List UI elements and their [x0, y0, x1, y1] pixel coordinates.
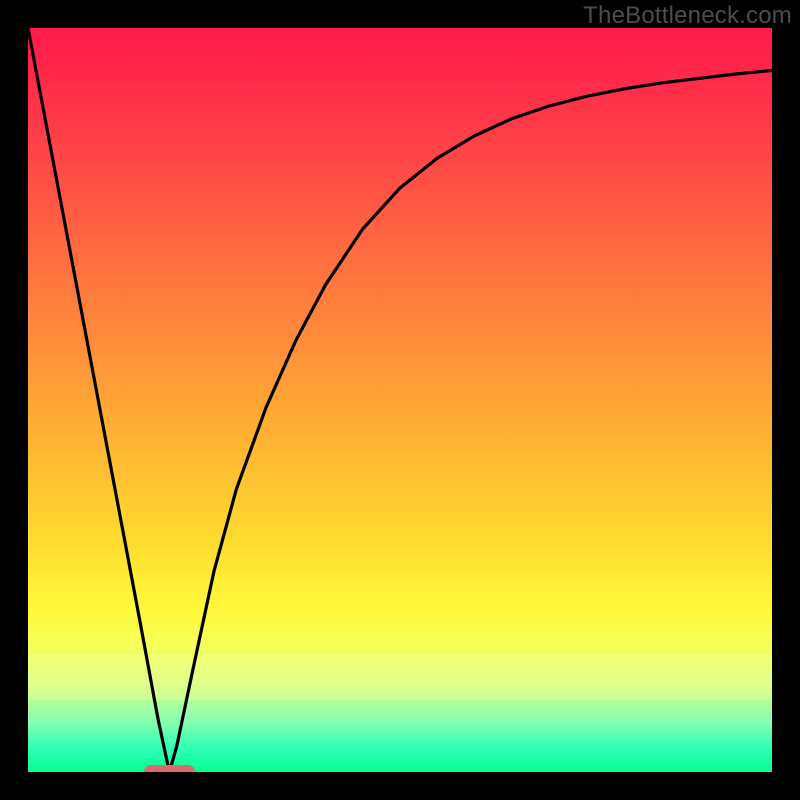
- curve-svg: [28, 28, 772, 772]
- plot-area: [28, 28, 772, 772]
- bottleneck-curve: [28, 28, 772, 772]
- watermark-text: TheBottleneck.com: [583, 2, 792, 30]
- chart-frame: TheBottleneck.com: [0, 0, 800, 800]
- optimal-marker: [144, 765, 195, 772]
